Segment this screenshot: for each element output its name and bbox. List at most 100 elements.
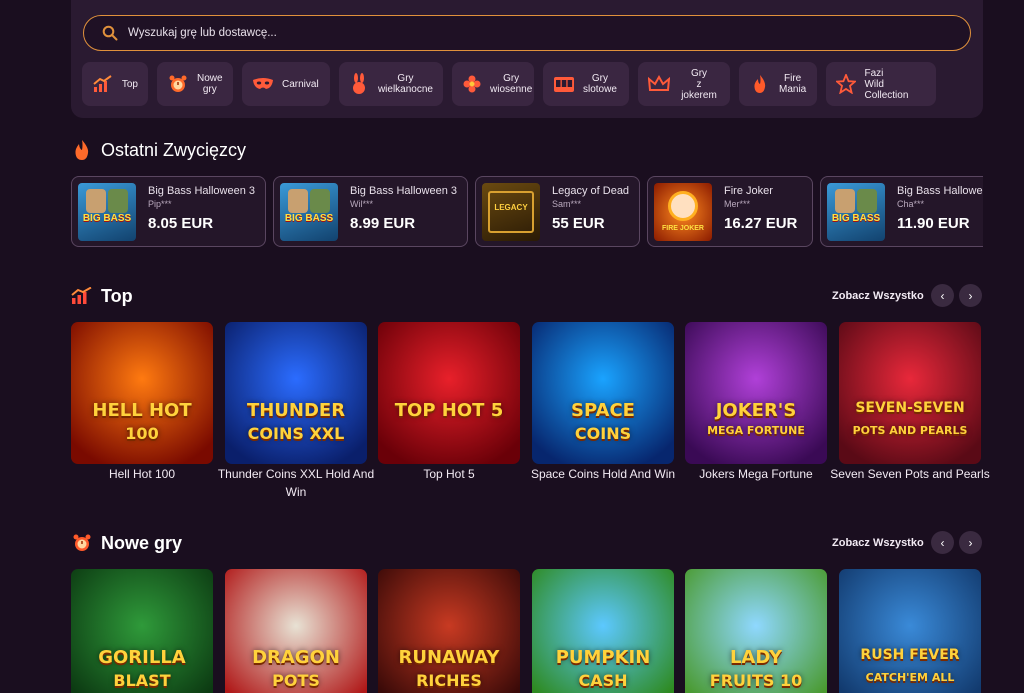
chevron-right-icon: › bbox=[968, 535, 973, 550]
game-logo-text: BIG BASS bbox=[284, 212, 334, 224]
game-logo-text: LADY bbox=[729, 647, 783, 668]
game-logo-text: DRAGON bbox=[252, 647, 340, 668]
category-bar: Top Nowe gry Carnival Gry wielkanocne Gry w… bbox=[82, 62, 936, 106]
game-logo-subtext: CATCH'EM ALL bbox=[865, 671, 955, 684]
winner-amount: 55 EUR bbox=[552, 215, 605, 232]
mask-icon bbox=[252, 73, 274, 95]
game-thumbnail: BIG BASS bbox=[827, 182, 885, 241]
search-icon bbox=[102, 25, 118, 41]
category-label: Nowe gry bbox=[197, 73, 223, 95]
new-next-button[interactable]: › bbox=[959, 531, 982, 554]
game-logo-text: LEGACY bbox=[494, 202, 528, 212]
game-tile[interactable]: LADY FRUITS 10 bbox=[685, 569, 827, 693]
star-icon bbox=[836, 73, 857, 95]
game-tile[interactable]: JOKER'S MEGA FORTUNE bbox=[685, 322, 827, 464]
game-name[interactable]: Jokers Mega Fortune bbox=[676, 465, 836, 483]
category-joker[interactable]: Gry z jokerem bbox=[638, 62, 730, 106]
alarm-clock-icon bbox=[71, 532, 93, 554]
winner-game: Fire Joker bbox=[724, 185, 773, 197]
game-logo-subtext: FRUITS 10 bbox=[709, 671, 803, 690]
game-logo-subtext: RICHES bbox=[416, 671, 482, 690]
winner-card[interactable]: BIG BASS Big Bass Halloween 3 Wil*** 8.9… bbox=[273, 176, 468, 247]
winner-user: Cha*** bbox=[897, 199, 925, 209]
category-slots[interactable]: Gry slotowe bbox=[543, 62, 629, 106]
game-tile[interactable]: SEVEN-SEVEN POTS AND PEARLS bbox=[839, 322, 981, 464]
game-name[interactable]: Top Hot 5 bbox=[369, 465, 529, 483]
chevron-left-icon: ‹ bbox=[940, 288, 945, 303]
top-next-button[interactable]: › bbox=[959, 284, 982, 307]
game-logo-text: BIG BASS bbox=[82, 212, 132, 224]
new-games-title: Nowe gry bbox=[71, 532, 182, 554]
category-new-games[interactable]: Nowe gry bbox=[157, 62, 233, 106]
winner-card[interactable]: BIG BASS Big Bass Halloween 3 Pip*** 8.0… bbox=[71, 176, 266, 247]
chart-icon bbox=[71, 285, 93, 307]
chevron-left-icon: ‹ bbox=[940, 535, 945, 550]
category-label: Carnival bbox=[282, 78, 319, 90]
winner-game: Big Bass Halloween 3 bbox=[350, 185, 458, 197]
game-name[interactable]: Space Coins Hold And Win bbox=[523, 465, 683, 483]
winner-card[interactable]: LEGACY Legacy of Dead Sam*** 55 EUR bbox=[475, 176, 640, 247]
game-thumbnail: FIRE JOKER bbox=[654, 182, 712, 241]
game-tile[interactable]: THUNDER COINS XXL bbox=[225, 322, 367, 464]
game-logo-text: PUMPKIN bbox=[555, 647, 651, 668]
winner-amount: 8.05 EUR bbox=[148, 215, 214, 232]
winner-user: Sam*** bbox=[552, 199, 582, 209]
game-logo-text: THUNDER bbox=[246, 400, 346, 421]
top-see-all-link[interactable]: Zobacz Wszystko bbox=[832, 290, 924, 302]
alarm-clock-icon bbox=[167, 73, 189, 95]
fire-icon bbox=[71, 139, 93, 161]
winner-user: Mer*** bbox=[724, 199, 751, 209]
game-logo-subtext: 100 bbox=[125, 424, 159, 443]
winner-user: Pip*** bbox=[148, 199, 172, 209]
game-tile[interactable]: GORILLA BLAST bbox=[71, 569, 213, 693]
winner-card[interactable]: BIG BASS Big Bass Hallowe Cha*** 11.90 E… bbox=[820, 176, 983, 247]
game-tile[interactable]: PUMPKIN CASH bbox=[532, 569, 674, 693]
slot-machine-icon bbox=[553, 73, 575, 95]
search-input[interactable] bbox=[128, 27, 728, 39]
game-logo-subtext: CASH bbox=[578, 671, 628, 690]
new-games-title-text: Nowe gry bbox=[101, 532, 183, 553]
game-tile[interactable]: HELL HOT 100 bbox=[71, 322, 213, 464]
flower-icon bbox=[462, 73, 482, 95]
search-bar[interactable] bbox=[83, 15, 971, 51]
game-tile[interactable]: DRAGON POTS bbox=[225, 569, 367, 693]
new-prev-button[interactable]: ‹ bbox=[931, 531, 954, 554]
category-fire-mania[interactable]: Fire Mania bbox=[739, 62, 817, 106]
top-prev-button[interactable]: ‹ bbox=[931, 284, 954, 307]
winner-game: Big Bass Hallowe bbox=[897, 185, 983, 197]
game-logo-text: GORILLA bbox=[98, 647, 186, 668]
game-thumbnail: BIG BASS bbox=[78, 182, 136, 241]
winners-title-text: Ostatni Zwycięzcy bbox=[101, 139, 247, 160]
winner-user: Wil*** bbox=[350, 199, 374, 209]
game-tile[interactable]: SPACE COINS bbox=[532, 322, 674, 464]
category-easter[interactable]: Gry wielkanocne bbox=[339, 62, 443, 106]
game-logo-subtext: BLAST bbox=[113, 671, 171, 690]
game-name[interactable]: Hell Hot 100 bbox=[62, 465, 222, 483]
game-tile[interactable]: RUSH FEVER CATCH'EM ALL bbox=[839, 569, 981, 693]
top-section-title: Top bbox=[71, 285, 133, 307]
game-logo-text: JOKER'S bbox=[715, 400, 797, 421]
winners-strip: BIG BASS Big Bass Halloween 3 Pip*** 8.0… bbox=[71, 176, 983, 248]
game-logo-text: TOP HOT 5 bbox=[394, 400, 504, 421]
search-panel: Top Nowegry Carnival Grywielkanocne Gryw… bbox=[71, 0, 983, 118]
game-logo-text: SPACE bbox=[571, 400, 635, 421]
category-spring[interactable]: Gry wiosenne bbox=[452, 62, 534, 106]
game-logo-subtext: COINS XXL bbox=[247, 424, 345, 443]
game-tile[interactable]: RUNAWAY RICHES bbox=[378, 569, 520, 693]
game-tile[interactable]: TOP HOT 5 bbox=[378, 322, 520, 464]
category-carnival[interactable]: Carnival bbox=[242, 62, 330, 106]
game-name[interactable]: Thunder Coins XXL Hold And Win bbox=[216, 465, 376, 501]
game-thumbnail: LEGACY bbox=[482, 182, 540, 241]
winner-card[interactable]: FIRE JOKER Fire Joker Mer*** 16.27 EUR bbox=[647, 176, 813, 247]
category-label: Gry slotowe bbox=[583, 73, 617, 95]
game-logo-text: RUSH FEVER bbox=[860, 647, 960, 663]
game-logo-subtext: COINS bbox=[574, 424, 632, 443]
category-fazi[interactable]: Fazi Wild Collection bbox=[826, 62, 936, 106]
winner-game: Big Bass Halloween 3 bbox=[148, 185, 256, 197]
game-logo-subtext: POTS bbox=[272, 671, 320, 690]
category-top[interactable]: Top bbox=[82, 62, 148, 106]
fire-icon bbox=[749, 73, 771, 95]
game-logo-text: BIG BASS bbox=[831, 212, 881, 224]
new-see-all-link[interactable]: Zobacz Wszystko bbox=[832, 537, 924, 549]
game-name[interactable]: Seven Seven Pots and Pearls bbox=[830, 465, 990, 483]
